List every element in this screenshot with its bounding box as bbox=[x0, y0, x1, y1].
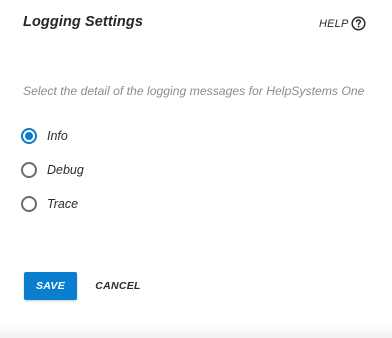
help-label: HELP bbox=[319, 17, 349, 30]
help-circle-icon bbox=[350, 16, 366, 31]
save-button[interactable]: SAVE bbox=[24, 272, 77, 300]
radio-label-info: Info bbox=[47, 129, 68, 143]
radio-option-debug[interactable]: Debug bbox=[21, 153, 84, 187]
radio-label-trace: Trace bbox=[47, 197, 79, 211]
logging-level-radio-group: Info Debug Trace bbox=[21, 119, 84, 221]
bottom-divider bbox=[0, 324, 392, 338]
radio-option-trace[interactable]: Trace bbox=[21, 187, 84, 221]
radio-info[interactable] bbox=[21, 128, 37, 144]
logging-description: Select the detail of the logging message… bbox=[23, 84, 365, 98]
logging-settings-panel: Logging Settings HELP Select the detail … bbox=[0, 0, 392, 338]
radio-option-info[interactable]: Info bbox=[21, 119, 84, 153]
radio-trace[interactable] bbox=[21, 196, 37, 212]
cancel-button[interactable]: CANCEL bbox=[88, 272, 148, 300]
radio-label-debug: Debug bbox=[47, 163, 84, 177]
radio-debug[interactable] bbox=[21, 162, 37, 178]
help-link[interactable]: HELP bbox=[319, 16, 366, 31]
page-title: Logging Settings bbox=[23, 14, 143, 30]
